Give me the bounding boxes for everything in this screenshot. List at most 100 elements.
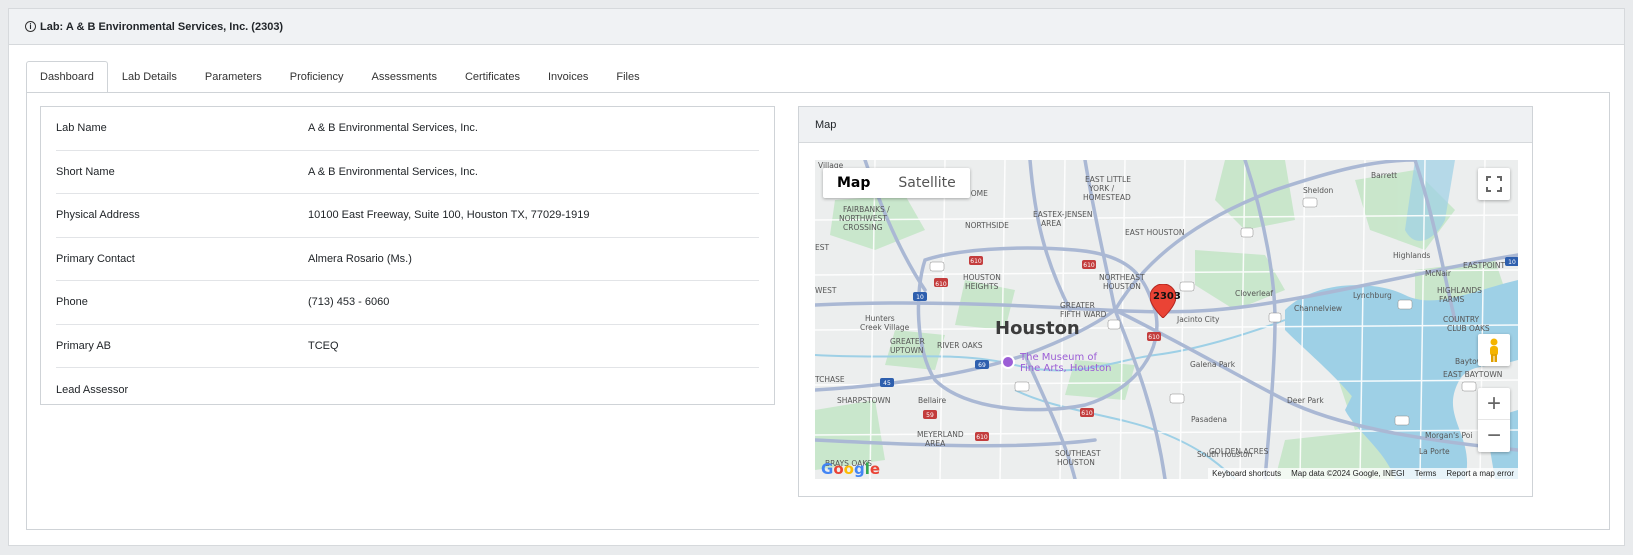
map-place-label: RIVER OAKS [937, 341, 983, 350]
map-place-label: EAST HOUSTON [1125, 228, 1184, 237]
detail-value: A & B Environmental Services, Inc. [308, 122, 478, 135]
detail-row-lead-assessor: Lead Assessor [56, 368, 759, 412]
map-place-label: HEIGHTS [965, 282, 999, 291]
marker-label: 2303 [1153, 291, 1181, 302]
highway-shield-label: 610 [1083, 262, 1095, 269]
map-attribution: Keyboard shortcuts Map data ©2024 Google… [1208, 468, 1518, 479]
detail-row-primary-contact: Primary Contact Almera Rosario (Ms.) [56, 238, 759, 281]
map-data-credit: Map data ©2024 Google, INEGI [1291, 469, 1405, 478]
map-place-label: HOUSTON [1103, 282, 1141, 291]
map-place-label: AREA [925, 439, 946, 448]
map-title: Map [815, 118, 837, 131]
dashboard-panel: Lab Name A & B Environmental Services, In… [26, 92, 1610, 530]
highway-shield-label: 99 [1465, 384, 1473, 391]
map-place-label: GREATER [890, 337, 925, 346]
map-place-label: WEST [815, 286, 837, 295]
highway-shield-label: 610 [935, 281, 947, 288]
map-place-label: EAST BAYTOWN [1443, 370, 1502, 379]
map-place-label: Morgan's Poi [1425, 431, 1472, 440]
map-card-header: Map [799, 107, 1532, 143]
highway-shield-label: 90 [1306, 200, 1314, 207]
zoom-control: + − [1478, 388, 1510, 452]
city-label: Houston [995, 318, 1080, 339]
map-place-label: MEYERLAND [917, 430, 964, 439]
map-place-label: Highlands [1393, 251, 1430, 260]
tab-dashboard[interactable]: Dashboard [26, 61, 108, 93]
map-place-label: CLUB OAKS [1447, 324, 1490, 333]
highway-shield-label: 59 [926, 412, 934, 419]
highway-shield-label: 69 [978, 362, 986, 369]
terms-link[interactable]: Terms [1415, 469, 1437, 478]
map-place-label: TCHASE [815, 375, 845, 384]
map-place-label: Jacinto City [1176, 315, 1220, 324]
map-place-label: COUNTRY [1443, 315, 1480, 324]
tab-proficiency[interactable]: Proficiency [276, 61, 358, 93]
map-place-label: CROSSING [843, 223, 883, 232]
museum-label[interactable]: The Museum of Fine Arts, Houston [1020, 352, 1111, 374]
street-view-pegman-button[interactable] [1478, 334, 1510, 366]
highway-shield-label: 225 [1396, 418, 1408, 425]
fullscreen-button[interactable] [1478, 168, 1510, 200]
tab-certificates[interactable]: Certificates [451, 61, 534, 93]
highway-shield-label: 225 [1171, 396, 1183, 403]
card-header: i Lab: A & B Environmental Services, Inc… [9, 9, 1624, 45]
map-type-satellite-button[interactable]: Satellite [884, 168, 969, 198]
map-place-label: NORTHSIDE [965, 221, 1009, 230]
detail-label: Lab Name [56, 122, 107, 135]
lab-card: i Lab: A & B Environmental Services, Inc… [8, 8, 1625, 546]
museum-label-line-2: Fine Arts, Houston [1020, 363, 1112, 374]
map-view[interactable]: 290 610 610 10 610 10 45 69 288 59 610 225 610 90 8 8 33… [815, 160, 1518, 479]
map-place-label: NORTHWEST [839, 214, 887, 223]
highway-shield-label: 10 [1508, 259, 1516, 266]
map-place-label: FARMS [1439, 295, 1464, 304]
google-logo[interactable]: Google [821, 460, 880, 478]
detail-row-address: Physical Address 10100 East Freeway, Suit… [56, 194, 759, 238]
page-title: Lab: A & B Environmental Services, Inc. … [40, 20, 284, 33]
detail-row-short-name: Short Name A & B Environmental Services, … [56, 151, 759, 194]
map-place-label: UPTOWN [890, 346, 924, 355]
highway-shield-label: 610 [1081, 410, 1093, 417]
tab-bar: Dashboard Lab Details Parameters Profici… [26, 61, 654, 93]
report-map-error-link[interactable]: Report a map error [1446, 469, 1514, 478]
tab-assessments[interactable]: Assessments [358, 61, 451, 93]
tab-parameters[interactable]: Parameters [191, 61, 276, 93]
detail-value: (713) 453 - 6060 [308, 296, 390, 309]
detail-value: A & B Environmental Services, Inc. [308, 165, 478, 178]
map-place-label: EASTPOINT [1463, 261, 1505, 270]
detail-row-primary-ab: Primary AB TCEQ [56, 325, 759, 368]
map-place-label: NORTHEAST [1099, 273, 1145, 282]
highway-shield-label: 610 [976, 434, 988, 441]
detail-label: Short Name [56, 165, 115, 178]
map-place-label: Galena Park [1190, 360, 1236, 369]
tab-lab-details[interactable]: Lab Details [108, 61, 191, 93]
map-place-label: Creek Village [860, 323, 910, 332]
highway-shield-label: 330 [1399, 302, 1411, 309]
map-tiles: 290 610 610 10 610 10 45 69 288 59 610 225 610 90 8 8 33… [815, 160, 1518, 479]
map-place-label: Channelview [1294, 304, 1342, 313]
map-type-map-button[interactable]: Map [823, 168, 884, 198]
highway-shield-label: 45 [883, 380, 891, 387]
info-icon: i [25, 21, 36, 32]
highway-shield-label: 8 [1273, 315, 1277, 322]
lab-details-box: Lab Name A & B Environmental Services, In… [40, 106, 775, 405]
map-place-label: Pasadena [1191, 415, 1227, 424]
detail-label: Phone [56, 296, 88, 309]
map-place-label: Bellaire [918, 396, 947, 405]
map-place-label: GREATER [1060, 301, 1095, 310]
detail-value: 10100 East Freeway, Suite 100, Houston T… [308, 209, 590, 222]
detail-row-lab-name: Lab Name A & B Environmental Services, In… [56, 107, 759, 151]
highway-shield-label: 290 [931, 264, 943, 271]
detail-value: Almera Rosario (Ms.) [308, 252, 412, 265]
pegman-icon [1490, 338, 1498, 362]
zoom-in-button[interactable]: + [1478, 388, 1510, 420]
highway-shield-label: 90 [1110, 322, 1118, 329]
map-type-control: Map Satellite [823, 168, 970, 198]
tab-files[interactable]: Files [602, 61, 653, 93]
map-place-label: HIGHLANDS [1437, 286, 1482, 295]
map-place-label: FAIRBANKS / [843, 205, 890, 214]
zoom-out-button[interactable]: − [1478, 420, 1510, 452]
museum-icon[interactable] [1001, 355, 1015, 369]
keyboard-shortcuts-link[interactable]: Keyboard shortcuts [1212, 469, 1281, 478]
map-place-label: Sheldon [1303, 186, 1334, 195]
tab-invoices[interactable]: Invoices [534, 61, 602, 93]
